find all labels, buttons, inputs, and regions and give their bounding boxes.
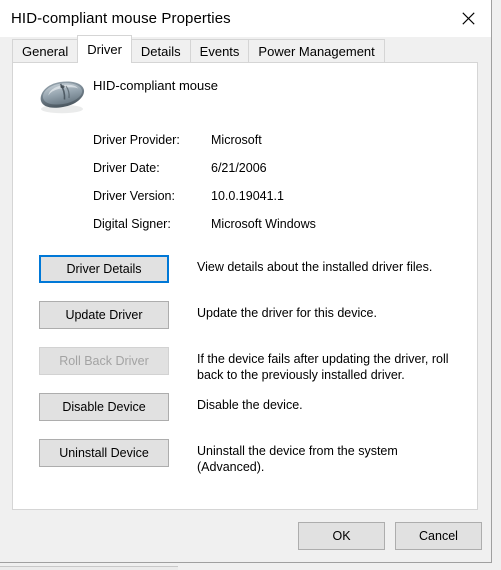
digital-signer-value: Microsoft Windows: [211, 217, 316, 231]
driver-version-label: Driver Version:: [93, 189, 175, 203]
title-bar: HID-compliant mouse Properties: [0, 0, 491, 37]
tab-strip: General Driver Details Events Power Mana…: [0, 35, 491, 63]
tab-details[interactable]: Details: [130, 39, 191, 63]
table-row: Driver Provider: Microsoft: [93, 133, 423, 161]
tab-driver[interactable]: Driver: [77, 35, 132, 63]
roll-back-driver-description: If the device fails after updating the d…: [197, 352, 449, 382]
action-row-disable-device: Disable Device Disable the device.: [13, 393, 477, 439]
desktop-background-right: [493, 0, 501, 569]
driver-tab-panel: HID-compliant mouse Driver Provider: Mic…: [12, 63, 478, 510]
ok-button[interactable]: OK: [298, 522, 385, 550]
roll-back-driver-button: Roll Back Driver: [39, 347, 169, 375]
tab-events[interactable]: Events: [189, 39, 250, 63]
disable-device-button[interactable]: Disable Device: [39, 393, 169, 421]
background-window-edge: [0, 566, 178, 570]
driver-date-label: Driver Date:: [93, 161, 160, 175]
device-header: HID-compliant mouse: [13, 73, 477, 119]
device-properties-dialog: HID-compliant mouse Properties General D…: [0, 0, 492, 563]
device-name: HID-compliant mouse: [93, 78, 218, 93]
window-title: HID-compliant mouse Properties: [11, 10, 231, 27]
driver-info-table: Driver Provider: Microsoft Driver Date: …: [93, 133, 423, 245]
action-row-roll-back-driver: Roll Back Driver If the device fails aft…: [13, 347, 477, 393]
action-row-uninstall-device: Uninstall Device Uninstall the device fr…: [13, 439, 477, 485]
table-row: Digital Signer: Microsoft Windows: [93, 217, 423, 245]
table-row: Driver Version: 10.0.19041.1: [93, 189, 423, 217]
driver-provider-label: Driver Provider:: [93, 133, 180, 147]
driver-actions: Driver Details View details about the in…: [13, 255, 477, 485]
close-icon[interactable]: [445, 0, 491, 37]
driver-details-button[interactable]: Driver Details: [39, 255, 169, 283]
driver-provider-value: Microsoft: [211, 133, 262, 147]
update-driver-description: Update the driver for this device.: [197, 306, 377, 320]
action-row-driver-details: Driver Details View details about the in…: [13, 255, 477, 301]
tab-power-management[interactable]: Power Management: [248, 39, 385, 63]
disable-device-description: Disable the device.: [197, 398, 303, 412]
uninstall-device-button[interactable]: Uninstall Device: [39, 439, 169, 467]
driver-date-value: 6/21/2006: [211, 161, 267, 175]
dialog-footer: OK Cancel: [0, 510, 491, 562]
cancel-button[interactable]: Cancel: [395, 522, 482, 550]
driver-version-value: 10.0.19041.1: [211, 189, 284, 203]
uninstall-device-description: Uninstall the device from the system (Ad…: [197, 444, 398, 474]
table-row: Driver Date: 6/21/2006: [93, 161, 423, 189]
update-driver-button[interactable]: Update Driver: [39, 301, 169, 329]
tab-general[interactable]: General: [12, 39, 79, 63]
driver-details-description: View details about the installed driver …: [197, 260, 433, 274]
mouse-icon: [33, 75, 91, 117]
action-row-update-driver: Update Driver Update the driver for this…: [13, 301, 477, 347]
digital-signer-label: Digital Signer:: [93, 217, 171, 231]
